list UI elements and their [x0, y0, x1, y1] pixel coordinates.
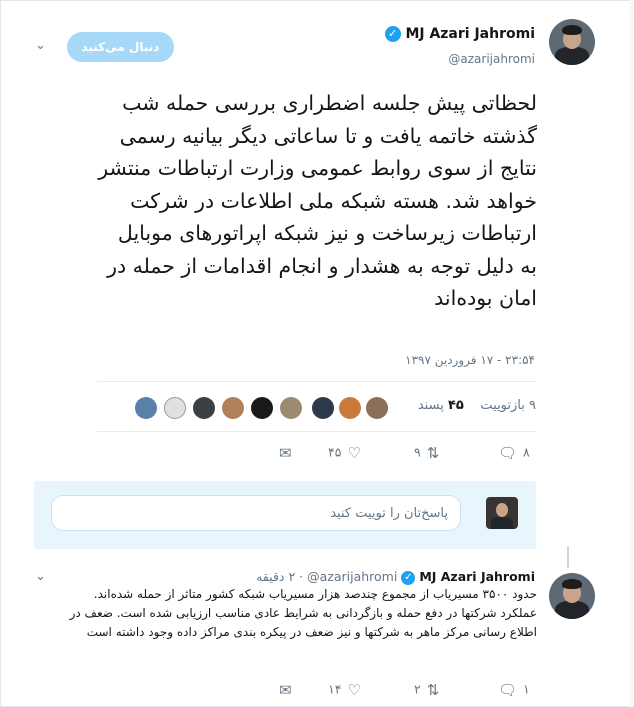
author-avatar[interactable]: [549, 19, 595, 65]
like-action[interactable]: ۱۴ ♡: [328, 681, 367, 699]
chevron-down-icon[interactable]: ⌄: [35, 38, 46, 53]
tweet-text: لحظاتی پیش جلسه اضطراری بررسی حمله شب گذ…: [98, 91, 537, 310]
retweet-icon: ⇅: [426, 681, 440, 699]
scrollbar[interactable]: [630, 0, 634, 707]
liker-avatar[interactable]: [280, 397, 302, 419]
liker-avatar[interactable]: [312, 397, 334, 419]
current-user-avatar: [486, 497, 518, 529]
like-action[interactable]: ۴۵ ♡: [328, 444, 367, 462]
reply-header: ۲ دقیقه · @azarijahromi ✓ MJ Azari Jahro…: [256, 569, 535, 585]
heart-icon: ♡: [347, 444, 361, 462]
like-count: ۱۴: [328, 681, 342, 697]
verified-badge-icon: ✓: [384, 26, 401, 42]
retweet-count: ۲: [414, 681, 421, 697]
reply-action[interactable]: 🗨 ۸: [492, 444, 530, 462]
chevron-down-icon[interactable]: ⌄: [35, 569, 46, 584]
liker-avatar[interactable]: [164, 397, 186, 419]
divider: [97, 381, 537, 382]
reply-icon: 🗨: [498, 444, 518, 462]
liker-avatar[interactable]: [222, 397, 244, 419]
retweet-action[interactable]: ۲ ⇅: [414, 681, 445, 699]
reply-count: ۸: [523, 444, 530, 460]
envelope-icon: ✉: [279, 681, 292, 699]
liker-avatar[interactable]: [366, 397, 388, 419]
verified-badge-icon: ✓: [401, 570, 416, 585]
direct-message-action[interactable]: ✉: [273, 681, 298, 699]
retweets-stat[interactable]: ۹ بازتوییت: [480, 398, 536, 413]
reply-text: حدود ۳۵۰۰ مسیریاب از مجموع چندصد هزار مس…: [69, 587, 537, 639]
reply-count: ۱: [523, 681, 530, 697]
reply-time[interactable]: ۲ دقیقه: [256, 569, 295, 584]
author-name-row[interactable]: ✓ MJ Azari Jahromi: [384, 26, 535, 42]
retweet-action[interactable]: ۹ ⇅: [414, 444, 445, 462]
reply-author-avatar[interactable]: [549, 573, 595, 619]
likes-label: پسند: [417, 398, 444, 413]
engagement-stats: ۹ بازتوییت ۴۵ پسند: [411, 398, 536, 413]
separator-dot: ·: [299, 569, 304, 584]
like-count: ۴۵: [328, 444, 342, 460]
reply-action[interactable]: 🗨 ۱: [492, 681, 530, 699]
follow-button[interactable]: دنبال می‌کنید: [67, 32, 174, 62]
liker-avatar[interactable]: [339, 397, 361, 419]
divider: [97, 431, 537, 432]
tweet-frame: ✓ MJ Azari Jahromi @azarijahromi دنبال م…: [0, 0, 634, 707]
liker-avatar[interactable]: [135, 397, 157, 419]
author-handle[interactable]: @azarijahromi: [448, 52, 535, 66]
reply-icon: 🗨: [498, 681, 518, 699]
envelope-icon: ✉: [279, 444, 292, 462]
liker-avatar[interactable]: [251, 397, 273, 419]
author-name: MJ Azari Jahromi: [405, 26, 535, 42]
heart-icon: ♡: [347, 681, 361, 699]
reply-author-name[interactable]: MJ Azari Jahromi: [419, 569, 535, 584]
likes-count[interactable]: ۴۵: [448, 398, 464, 413]
thread-connector: [567, 546, 569, 568]
reply-compose-area: پاسخ‌تان را توییت کنید: [34, 481, 536, 549]
reply-input[interactable]: پاسخ‌تان را توییت کنید: [51, 495, 461, 531]
tweet-timestamp[interactable]: ۲۳:۵۴ - ۱۷ فروردین ۱۳۹۷: [405, 353, 535, 367]
retweet-icon: ⇅: [426, 444, 440, 462]
reply-handle[interactable]: @azarijahromi: [307, 569, 397, 584]
direct-message-action[interactable]: ✉: [273, 444, 298, 462]
liker-avatar[interactable]: [193, 397, 215, 419]
retweet-count: ۹: [414, 444, 421, 460]
